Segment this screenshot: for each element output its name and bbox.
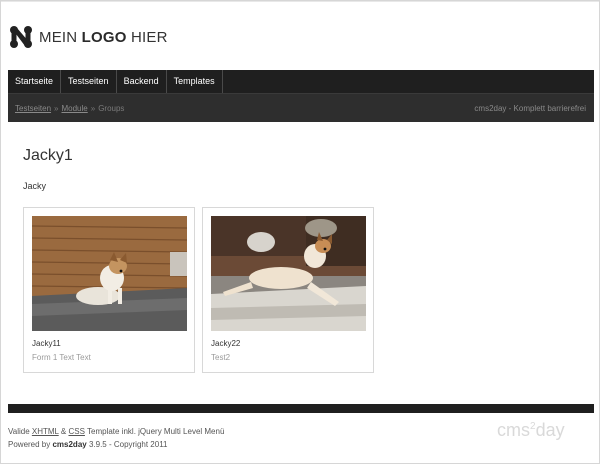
footer-powered-prefix: Powered by [8, 440, 53, 449]
gallery-photo-jacky22[interactable] [211, 216, 366, 331]
breadcrumb: Testseiten » Module » Groups [8, 104, 124, 113]
css-link[interactable]: CSS [68, 427, 84, 436]
xhtml-link[interactable]: XHTML [32, 427, 59, 436]
nav-item-templates[interactable]: Templates [167, 70, 223, 93]
breadcrumb-bar: Testseiten » Module » Groups cms2day - K… [8, 94, 594, 122]
breadcrumb-current: Groups [98, 103, 125, 113]
logo-text-part1: MEIN [39, 28, 82, 46]
gallery-item-description: Form 1 Text Text [32, 353, 91, 362]
breadcrumb-separator: » [90, 103, 96, 113]
footer-powered-brand: cms2day [52, 440, 87, 449]
site-logo[interactable]: MEIN LOGO HIER [9, 26, 168, 48]
page-title: Jacky1 [23, 147, 73, 164]
gallery-item-name: Jacky11 [32, 339, 61, 348]
logo-mark-icon [10, 26, 32, 48]
nav-item-backend[interactable]: Backend [117, 70, 167, 93]
breadcrumb-separator: » [54, 103, 59, 113]
top-divider [1, 1, 599, 2]
site-tagline: cms2day - Komplett barrierefrei [474, 103, 586, 113]
nav-item-startseite[interactable]: Startseite [8, 70, 62, 93]
logo-text-part3: HIER [126, 28, 168, 46]
main-nav: Startseite Testseiten Backend Templates [8, 70, 594, 94]
breadcrumb-link-testseiten[interactable]: Testseiten [15, 104, 51, 113]
gallery-item[interactable]: Jacky22 Test2 [202, 207, 374, 373]
nav-item-testseiten[interactable]: Testseiten [61, 70, 117, 93]
footer-validity-text: Valide XHTML & CSS Template inkl. jQuery… [8, 427, 224, 436]
cms2day-watermark-logo: cms2day [497, 420, 565, 440]
logo-text-part2: LOGO [81, 28, 127, 46]
footer-bar [8, 404, 594, 413]
gallery-item-description: Test2 [211, 353, 231, 362]
gallery-item[interactable]: Jacky11 Form 1 Text Text [23, 207, 195, 373]
footer-powered-suffix: 3.9.5 - Copyright 2011 [86, 440, 168, 449]
footer-powered-text: Powered by cms2day 3.9.5 - Copyright 201… [8, 440, 168, 449]
gallery-item-name: Jacky22 [211, 339, 241, 348]
footer-valid-prefix: Valide [8, 427, 32, 436]
breadcrumb-link-module[interactable]: Module [61, 104, 87, 113]
logo-text: MEIN LOGO HIER [39, 29, 168, 46]
gallery-photo-jacky11[interactable] [32, 216, 187, 331]
footer-valid-suffix: Template inkl. jQuery Multi Level Menü [84, 427, 225, 436]
page-subtitle: Jacky [23, 181, 47, 191]
